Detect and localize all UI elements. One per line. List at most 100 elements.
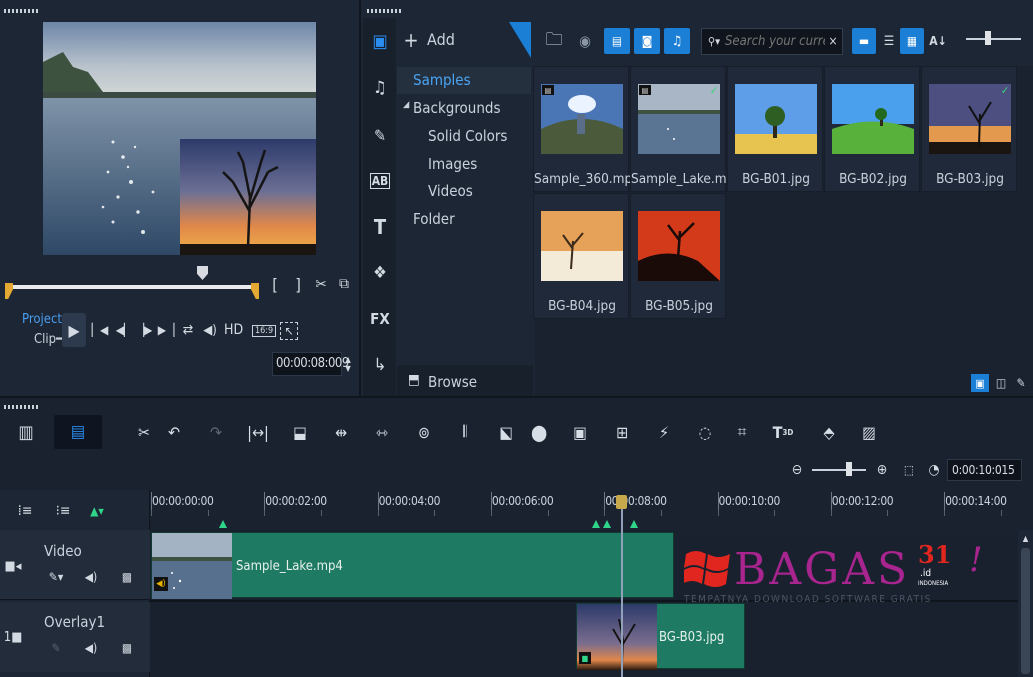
marker-icon[interactable]: ▲▾ bbox=[86, 500, 108, 522]
mark-out-icon[interactable]: ] bbox=[291, 274, 305, 294]
link-icon[interactable]: ✎ bbox=[46, 639, 66, 657]
playhead[interactable] bbox=[621, 500, 623, 677]
previous-frame-icon[interactable]: ◀▏ bbox=[116, 320, 133, 340]
overlay-track-icon[interactable]: 1■ bbox=[4, 627, 23, 647]
add-icon[interactable]: + bbox=[403, 28, 419, 52]
next-frame-icon[interactable]: ▕▶ bbox=[136, 320, 153, 340]
repeat-icon[interactable]: ⇄ bbox=[180, 320, 196, 340]
tree-item-folder[interactable]: Folder bbox=[413, 210, 455, 228]
undo-icon[interactable]: ↶ bbox=[162, 420, 186, 444]
split-icon[interactable]: ⇹ bbox=[329, 420, 353, 444]
video-clip[interactable]: ◀) Sample_Lake.mp4 bbox=[151, 532, 674, 599]
browse-icon[interactable]: ⬒ bbox=[405, 371, 423, 389]
mask-creator-icon[interactable]: ◌ bbox=[693, 420, 717, 444]
track-volume-icon[interactable]: ◀) bbox=[82, 639, 100, 657]
text-icon[interactable]: T bbox=[367, 214, 393, 240]
storyboard-view-icon[interactable]: ▥ bbox=[14, 420, 38, 444]
grid-view-icon[interactable]: ▦ bbox=[900, 28, 924, 54]
media-thumbnail[interactable] bbox=[541, 211, 623, 281]
instant-project-icon[interactable]: ✎ bbox=[367, 122, 393, 148]
zoom-in-icon[interactable]: ⊕ bbox=[873, 460, 891, 480]
redo-icon[interactable]: ↷ bbox=[204, 420, 228, 444]
import-folder-icon[interactable]: 🗀 bbox=[543, 30, 565, 52]
trim-icon[interactable]: ⇿ bbox=[370, 420, 394, 444]
media-thumbnail[interactable] bbox=[832, 84, 914, 154]
mark-in-icon[interactable]: [ bbox=[268, 274, 282, 294]
timeline-view-icon[interactable]: ▤ bbox=[54, 415, 102, 449]
track-manager-icon[interactable]: ⁞≡ bbox=[14, 500, 36, 522]
media-thumbnail[interactable] bbox=[735, 84, 817, 154]
smart-package-icon[interactable]: ⬓ bbox=[288, 420, 312, 444]
add-button[interactable]: Add bbox=[427, 30, 455, 49]
edit-icon[interactable]: ✎ bbox=[1012, 374, 1030, 392]
sort-icon[interactable]: A↓ bbox=[928, 28, 948, 54]
marker-flag[interactable] bbox=[592, 520, 600, 528]
motion-tracking-icon[interactable]: ⬕ bbox=[494, 420, 518, 444]
go-to-start-icon[interactable]: ▏◀ bbox=[92, 320, 109, 340]
fit-project-icon[interactable]: |↔| bbox=[246, 420, 270, 444]
clear-search-icon[interactable]: × bbox=[826, 32, 840, 50]
show-photos-icon[interactable]: ◙ bbox=[634, 28, 660, 54]
list-view-icon[interactable]: ☰ bbox=[877, 28, 901, 54]
timecode-display[interactable]: 00:00:08:009 bbox=[272, 352, 349, 376]
trim-bar[interactable] bbox=[9, 285, 258, 289]
zoom-out-icon[interactable]: ⊖ bbox=[788, 460, 806, 480]
marker-flag[interactable] bbox=[603, 520, 611, 528]
volume-icon[interactable]: ◀) bbox=[202, 320, 218, 340]
zoom-handle[interactable] bbox=[846, 462, 852, 476]
title-icon[interactable]: AB bbox=[367, 168, 393, 194]
color-correction-icon[interactable]: ⬤ bbox=[527, 420, 551, 444]
trim-out-handle[interactable] bbox=[251, 283, 259, 299]
thumbnail-view-icon[interactable]: ▬ bbox=[852, 28, 876, 54]
time-remapping-icon[interactable]: ⚡ bbox=[652, 420, 676, 444]
fit-timeline-icon[interactable]: ⬚ bbox=[900, 460, 918, 480]
split-clip-icon[interactable]: ✂ bbox=[313, 274, 329, 294]
zoom-slider[interactable] bbox=[812, 469, 866, 471]
thumbnail-size-slider[interactable] bbox=[966, 38, 1021, 40]
panel-grip[interactable] bbox=[367, 9, 401, 13]
media-icon[interactable]: ▣ bbox=[367, 28, 393, 54]
overlay-clip[interactable]: ■ BG-B03.jpg bbox=[576, 603, 745, 670]
media-thumbnail[interactable] bbox=[638, 211, 720, 281]
subtitle-editor-icon[interactable]: ▣ bbox=[568, 420, 592, 444]
search-input[interactable] bbox=[725, 31, 825, 52]
thumbnail-size-handle[interactable] bbox=[985, 31, 991, 45]
tree-item-backgrounds[interactable]: Backgrounds bbox=[413, 99, 501, 117]
marker-flag[interactable] bbox=[630, 520, 638, 528]
marker-flag[interactable] bbox=[219, 520, 227, 528]
play-icon[interactable]: ▶ bbox=[62, 313, 86, 347]
search-icon[interactable]: ⚲▾ bbox=[705, 32, 723, 50]
scroll-up-icon[interactable]: ▲ bbox=[1018, 532, 1033, 544]
timecode-stepper[interactable]: ▲ ▼ bbox=[343, 352, 353, 376]
tree-item-images[interactable]: Images bbox=[428, 155, 477, 173]
audio-icon[interactable]: ♫ bbox=[367, 75, 393, 101]
panel-grip[interactable] bbox=[4, 9, 38, 13]
ripple-icon[interactable]: ▩ bbox=[118, 639, 136, 657]
scroll-thumb[interactable] bbox=[1021, 548, 1030, 674]
tools-icon[interactable]: ✂ bbox=[132, 420, 156, 444]
split-view-icon[interactable]: ◫ bbox=[992, 374, 1010, 392]
link-icon[interactable]: ✎▾ bbox=[46, 568, 66, 586]
video-track-icon[interactable]: ■◂ bbox=[4, 556, 22, 576]
track-volume-icon[interactable]: ◀) bbox=[82, 568, 100, 586]
playhead-handle[interactable] bbox=[616, 495, 627, 509]
crop-icon[interactable]: ↖ bbox=[280, 322, 298, 340]
clock-icon[interactable]: ◔ bbox=[925, 460, 943, 480]
panel-grip[interactable] bbox=[4, 405, 38, 409]
hd-toggle[interactable]: HD bbox=[224, 322, 243, 338]
auto-music-icon[interactable]: ⬘ bbox=[817, 420, 841, 444]
screen-capture-icon[interactable]: ⌗ bbox=[730, 420, 754, 444]
audio-mixer-icon[interactable]: 𝄃 bbox=[453, 420, 477, 444]
path-icon[interactable]: ↳ bbox=[367, 352, 393, 378]
transition-icon[interactable]: ❖ bbox=[367, 260, 393, 286]
library-view-icon[interactable]: ▣ bbox=[971, 374, 989, 392]
record-icon[interactable]: ◉ bbox=[575, 30, 595, 52]
tree-item-solid-colors[interactable]: Solid Colors bbox=[428, 127, 507, 145]
expand-icon[interactable]: ◢ bbox=[403, 100, 409, 110]
ripple-icon[interactable]: ▩ bbox=[118, 568, 136, 586]
tree-item-samples[interactable]: Samples bbox=[413, 71, 471, 89]
show-videos-icon[interactable]: ▤ bbox=[604, 28, 630, 54]
tree-item-videos[interactable]: Videos bbox=[428, 182, 473, 200]
trim-in-handle[interactable] bbox=[5, 283, 13, 299]
record-capture-icon[interactable]: ⊚ bbox=[412, 420, 436, 444]
